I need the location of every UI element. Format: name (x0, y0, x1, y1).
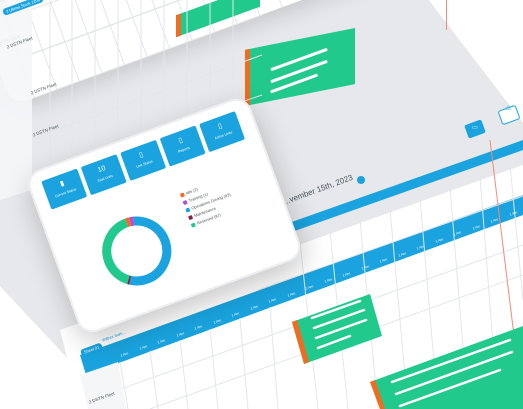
legend-swatch (182, 199, 188, 206)
calendar-button[interactable]: ▭ (471, 124, 479, 132)
legend-swatch (179, 192, 185, 198)
stat-tile[interactable]: ▯ Unit Status (120, 139, 167, 181)
home-icon[interactable]: ⌂ (506, 104, 514, 112)
legend-swatch (190, 222, 196, 228)
status-legend: Idle (2) Training (1) Operations Driving (… (179, 162, 288, 259)
stat-tile[interactable]: 10 Total Units (80, 154, 127, 196)
legend-swatch (185, 207, 191, 213)
stat-tile[interactable]: ▮ Current Status (41, 168, 88, 210)
stat-tile[interactable]: ▯ Active Units (199, 111, 246, 153)
legend-swatch (188, 214, 194, 221)
status-donut-chart (102, 216, 172, 286)
stat-tile[interactable]: ▯ Reports (159, 125, 206, 167)
